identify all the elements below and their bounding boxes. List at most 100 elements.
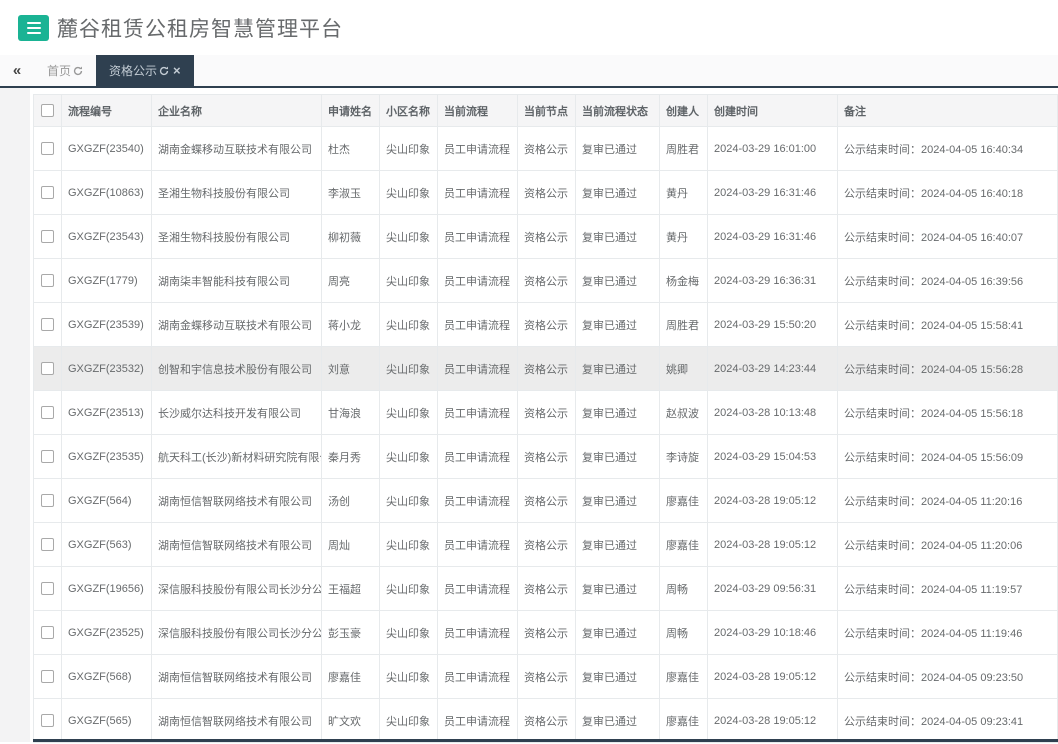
refresh-icon[interactable]: [159, 66, 169, 76]
row-checkbox-cell: [34, 259, 62, 303]
cell-created_at: 2024-03-28 19:05:12: [708, 523, 838, 567]
cell-flow: 员工申请流程: [438, 171, 518, 215]
cell-remark: 公示结束时间：2024-04-05 15:56:28: [838, 347, 1058, 391]
row-checkbox-cell: [34, 523, 62, 567]
row-checkbox-cell: [34, 127, 62, 171]
cell-created_at: 2024-03-29 10:18:46: [708, 611, 838, 655]
cell-status: 复审已通过: [576, 171, 660, 215]
cell-creator: 廖嘉佳: [660, 523, 708, 567]
row-checkbox-cell: [34, 435, 62, 479]
cell-node: 资格公示: [518, 699, 576, 743]
table-row[interactable]: GXGZF(563)湖南恒信智联网络技术有限公司周灿尖山印象员工申请流程资格公示…: [34, 523, 1058, 567]
cell-creator: 廖嘉佳: [660, 479, 708, 523]
cell-community: 尖山印象: [380, 127, 438, 171]
cell-node: 资格公示: [518, 479, 576, 523]
table-row[interactable]: GXGZF(568)湖南恒信智联网络技术有限公司廖嘉佳尖山印象员工申请流程资格公…: [34, 655, 1058, 699]
double-chevron-left-icon: «: [13, 62, 21, 79]
cell-process_no: GXGZF(23532): [62, 347, 152, 391]
cell-created_at: 2024-03-29 16:31:46: [708, 215, 838, 259]
row-checkbox[interactable]: [41, 670, 54, 683]
cell-remark: 公示结束时间：2024-04-05 16:40:07: [838, 215, 1058, 259]
cell-company: 湖南柒丰智能科技有限公司: [152, 259, 322, 303]
row-checkbox[interactable]: [41, 494, 54, 507]
cell-node: 资格公示: [518, 303, 576, 347]
table-row[interactable]: GXGZF(19656)深信服科技股份有限公司长沙分公司王福超尖山印象员工申请流…: [34, 567, 1058, 611]
cell-flow: 员工申请流程: [438, 391, 518, 435]
cell-status: 复审已通过: [576, 699, 660, 743]
table-row[interactable]: GXGZF(23532)创智和宇信息技术股份有限公司刘意尖山印象员工申请流程资格…: [34, 347, 1058, 391]
cell-node: 资格公示: [518, 127, 576, 171]
row-checkbox[interactable]: [41, 626, 54, 639]
cell-flow: 员工申请流程: [438, 479, 518, 523]
table-row[interactable]: GXGZF(1779)湖南柒丰智能科技有限公司周亮尖山印象员工申请流程资格公示复…: [34, 259, 1058, 303]
cell-company: 深信服科技股份有限公司长沙分公司: [152, 611, 322, 655]
table-row[interactable]: GXGZF(23525)深信服科技股份有限公司长沙分公司彭玉豪尖山印象员工申请流…: [34, 611, 1058, 655]
close-icon[interactable]: ×: [173, 64, 181, 77]
cell-company: 湖南恒信智联网络技术有限公司: [152, 699, 322, 743]
table-row[interactable]: GXGZF(23539)湖南金蝶移动互联技术有限公司蒋小龙尖山印象员工申请流程资…: [34, 303, 1058, 347]
cell-process_no: GXGZF(23535): [62, 435, 152, 479]
cell-applicant: 廖嘉佳: [322, 655, 380, 699]
cell-remark: 公示结束时间：2024-04-05 16:39:56: [838, 259, 1058, 303]
cell-status: 复审已通过: [576, 215, 660, 259]
row-checkbox[interactable]: [41, 230, 54, 243]
cell-applicant: 旷文欢: [322, 699, 380, 743]
table-row[interactable]: GXGZF(23543)圣湘生物科技股份有限公司柳初薇尖山印象员工申请流程资格公…: [34, 215, 1058, 259]
refresh-icon[interactable]: [73, 66, 83, 76]
row-checkbox[interactable]: [41, 538, 54, 551]
row-checkbox[interactable]: [41, 186, 54, 199]
cell-remark: 公示结束时间：2024-04-05 11:20:16: [838, 479, 1058, 523]
cell-process_no: GXGZF(19656): [62, 567, 152, 611]
row-checkbox[interactable]: [41, 582, 54, 595]
row-checkbox[interactable]: [41, 362, 54, 375]
cell-created_at: 2024-03-28 10:13:48: [708, 391, 838, 435]
cell-community: 尖山印象: [380, 699, 438, 743]
row-checkbox[interactable]: [41, 142, 54, 155]
cell-node: 资格公示: [518, 215, 576, 259]
table-row[interactable]: GXGZF(23513)长沙威尔达科技开发有限公司甘海浪尖山印象员工申请流程资格…: [34, 391, 1058, 435]
table-row[interactable]: GXGZF(23535)航天科工(长沙)新材料研究院有限公司秦月秀尖山印象员工申…: [34, 435, 1058, 479]
table-row[interactable]: GXGZF(564)湖南恒信智联网络技术有限公司汤创尖山印象员工申请流程资格公示…: [34, 479, 1058, 523]
column-header-community: 小区名称: [380, 95, 438, 127]
select-all-checkbox[interactable]: [41, 104, 54, 117]
cell-creator: 黄丹: [660, 171, 708, 215]
row-checkbox[interactable]: [41, 406, 54, 419]
page-title: 麓谷租赁公租房智慧管理平台: [57, 13, 343, 43]
cell-status: 复审已通过: [576, 655, 660, 699]
row-checkbox[interactable]: [41, 274, 54, 287]
cell-creator: 周畅: [660, 611, 708, 655]
row-checkbox-cell: [34, 655, 62, 699]
tabs-collapse-button[interactable]: «: [0, 55, 34, 86]
cell-created_at: 2024-03-29 14:23:44: [708, 347, 838, 391]
cell-company: 创智和宇信息技术股份有限公司: [152, 347, 322, 391]
row-checkbox[interactable]: [41, 318, 54, 331]
cell-node: 资格公示: [518, 259, 576, 303]
bottom-toolbar-edge: [33, 739, 1058, 742]
column-header-company: 企业名称: [152, 95, 322, 127]
cell-process_no: GXGZF(564): [62, 479, 152, 523]
cell-process_no: GXGZF(568): [62, 655, 152, 699]
cell-status: 复审已通过: [576, 391, 660, 435]
tab-home[interactable]: 首页: [34, 55, 96, 86]
cell-flow: 员工申请流程: [438, 259, 518, 303]
table-row[interactable]: GXGZF(10863)圣湘生物科技股份有限公司李淑玉尖山印象员工申请流程资格公…: [34, 171, 1058, 215]
cell-community: 尖山印象: [380, 479, 438, 523]
tab-qualification-publicity[interactable]: 资格公示 ×: [96, 55, 194, 86]
column-header-created_at: 创建时间: [708, 95, 838, 127]
cell-creator: 周胜君: [660, 303, 708, 347]
cell-node: 资格公示: [518, 611, 576, 655]
cell-remark: 公示结束时间：2024-04-05 09:23:50: [838, 655, 1058, 699]
cell-created_at: 2024-03-28 19:05:12: [708, 655, 838, 699]
table-row[interactable]: GXGZF(565)湖南恒信智联网络技术有限公司旷文欢尖山印象员工申请流程资格公…: [34, 699, 1058, 743]
row-checkbox-cell: [34, 303, 62, 347]
cell-flow: 员工申请流程: [438, 347, 518, 391]
row-checkbox[interactable]: [41, 450, 54, 463]
cell-creator: 姚卿: [660, 347, 708, 391]
row-checkbox-cell: [34, 171, 62, 215]
row-checkbox[interactable]: [41, 714, 54, 727]
menu-toggle-button[interactable]: [18, 15, 49, 41]
cell-node: 资格公示: [518, 171, 576, 215]
cell-remark: 公示结束时间：2024-04-05 16:40:34: [838, 127, 1058, 171]
table-row[interactable]: GXGZF(23540)湖南金蝶移动互联技术有限公司杜杰尖山印象员工申请流程资格…: [34, 127, 1058, 171]
cell-process_no: GXGZF(23525): [62, 611, 152, 655]
